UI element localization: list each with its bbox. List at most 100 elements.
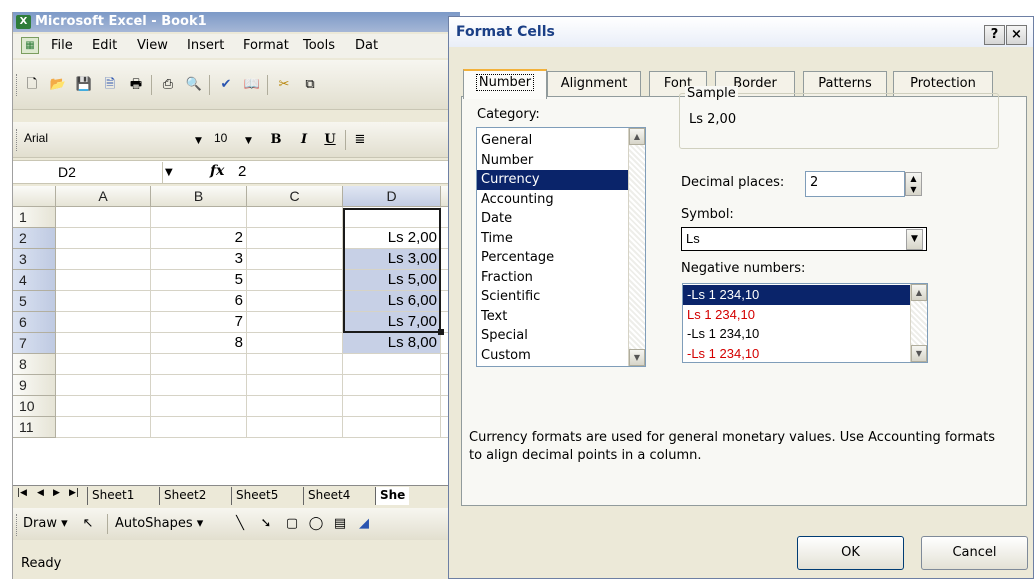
column-header-c[interactable]: C	[247, 186, 343, 207]
copy-icon[interactable]: ⧉	[301, 76, 319, 94]
category-item[interactable]: Special	[477, 326, 645, 346]
category-item[interactable]: Custom	[477, 346, 645, 366]
cell[interactable]	[247, 249, 343, 270]
cell[interactable]	[343, 396, 441, 417]
column-header-d[interactable]: D	[343, 186, 441, 207]
cell[interactable]	[56, 354, 151, 375]
menu-view[interactable]: View	[137, 38, 168, 53]
cell[interactable]	[151, 375, 247, 396]
font-name-dropdown-icon[interactable]: ▼	[195, 136, 202, 146]
row-header[interactable]: 6	[13, 312, 56, 333]
first-sheet-icon[interactable]: |◀	[17, 488, 27, 498]
arrow-icon[interactable]: ➘	[257, 515, 275, 533]
row-header[interactable]: 4	[13, 270, 56, 291]
font-size-dropdown-icon[interactable]: ▼	[245, 136, 252, 146]
cell[interactable]	[343, 417, 441, 438]
research-icon[interactable]: 📖	[243, 76, 261, 94]
category-item[interactable]: Accounting	[477, 190, 645, 210]
font-size-combo[interactable]: 10	[211, 130, 241, 149]
category-item[interactable]: Text	[477, 307, 645, 327]
scroll-down-icon[interactable]: ▼	[629, 349, 645, 366]
row-header[interactable]: 8	[13, 354, 56, 375]
menu-file[interactable]: File	[51, 38, 73, 53]
cell[interactable]	[343, 354, 441, 375]
cell[interactable]	[56, 228, 151, 249]
cell[interactable]: 3	[151, 249, 247, 270]
next-sheet-icon[interactable]: ▶	[53, 488, 60, 498]
sheet-tab-sheet1[interactable]: Sheet1	[87, 487, 138, 505]
formula-input[interactable]: 2	[238, 163, 246, 180]
cell[interactable]	[56, 270, 151, 291]
cell[interactable]	[247, 228, 343, 249]
sheet-tab-sheet2[interactable]: Sheet2	[159, 487, 210, 505]
cell[interactable]: 2	[151, 228, 247, 249]
prev-sheet-icon[interactable]: ◀	[37, 488, 44, 498]
cell[interactable]: Ls 2,00	[343, 228, 441, 249]
spelling-icon[interactable]: ✔	[217, 76, 235, 94]
cancel-button[interactable]: Cancel	[921, 536, 1028, 570]
wordart-icon[interactable]: ◢	[355, 515, 373, 533]
cell[interactable]	[343, 375, 441, 396]
toolbar-grip[interactable]	[16, 74, 19, 96]
toolbar-grip[interactable]	[16, 514, 19, 536]
save-icon[interactable]: 💾	[75, 76, 93, 94]
cell[interactable]: Ls 6,00	[343, 291, 441, 312]
cell[interactable]	[151, 417, 247, 438]
category-item[interactable]: Percentage	[477, 248, 645, 268]
print-icon[interactable]: ⎙	[159, 76, 177, 94]
cell[interactable]	[247, 375, 343, 396]
cell[interactable]	[56, 312, 151, 333]
open-icon[interactable]: 📂	[49, 76, 67, 94]
cell[interactable]	[247, 312, 343, 333]
row-header[interactable]: 5	[13, 291, 56, 312]
toolbar-grip[interactable]	[16, 129, 19, 151]
category-item[interactable]: Scientific	[477, 287, 645, 307]
bold-button[interactable]: B	[267, 131, 285, 149]
textbox-icon[interactable]: ▤	[331, 515, 349, 533]
negative-number-option[interactable]: -Ls 1 234,10	[683, 324, 927, 344]
row-header[interactable]: 1	[13, 207, 56, 228]
sheet-tab-active[interactable]: She	[375, 487, 410, 505]
cell[interactable]	[247, 333, 343, 354]
cell[interactable]	[151, 354, 247, 375]
cell[interactable]	[247, 207, 343, 228]
fill-handle[interactable]	[438, 329, 444, 335]
ok-button[interactable]: OK	[797, 536, 904, 570]
category-item[interactable]: Number	[477, 151, 645, 171]
category-item[interactable]: General	[477, 131, 645, 151]
tab-alignment[interactable]: Alignment	[547, 71, 641, 97]
oval-icon[interactable]: ◯	[307, 515, 325, 533]
negative-scrollbar[interactable]: ▲ ▼	[910, 284, 927, 362]
category-item[interactable]: Fraction	[477, 268, 645, 288]
cell[interactable]: 5	[151, 270, 247, 291]
cell[interactable]	[343, 207, 441, 228]
align-left-icon[interactable]: ≣	[351, 131, 369, 149]
select-all-corner[interactable]	[13, 186, 56, 207]
cell[interactable]	[247, 291, 343, 312]
menu-data[interactable]: Dat	[355, 38, 378, 53]
column-header-b[interactable]: B	[151, 186, 247, 207]
cell[interactable]: 7	[151, 312, 247, 333]
symbol-dropdown-icon[interactable]: ▼	[906, 229, 923, 250]
cell[interactable]	[56, 417, 151, 438]
cell[interactable]	[56, 333, 151, 354]
cell[interactable]	[247, 396, 343, 417]
negative-numbers-listbox[interactable]: -Ls 1 234,10 Ls 1 234,10 -Ls 1 234,10 -Ls 1…	[682, 283, 928, 363]
scroll-up-icon[interactable]: ▲	[629, 128, 645, 145]
menu-format[interactable]: Format	[243, 38, 289, 53]
underline-button[interactable]: U	[321, 131, 339, 149]
name-box-dropdown-icon[interactable]: ▼	[165, 167, 173, 178]
line-icon[interactable]: ╲	[231, 515, 249, 533]
name-box[interactable]: D2	[13, 162, 163, 183]
last-sheet-icon[interactable]: ▶|	[69, 488, 79, 498]
menu-edit[interactable]: Edit	[92, 38, 117, 53]
cell[interactable]	[247, 270, 343, 291]
new-icon[interactable]: 🗋	[23, 76, 41, 94]
row-header[interactable]: 9	[13, 375, 56, 396]
permission-icon[interactable]: 🗎	[101, 76, 119, 94]
category-item[interactable]: Date	[477, 209, 645, 229]
cell[interactable]	[56, 249, 151, 270]
row-header[interactable]: 3	[13, 249, 56, 270]
insert-function-icon[interactable]: fx	[210, 163, 224, 179]
sheet-tab-sheet5[interactable]: Sheet5	[231, 487, 282, 505]
